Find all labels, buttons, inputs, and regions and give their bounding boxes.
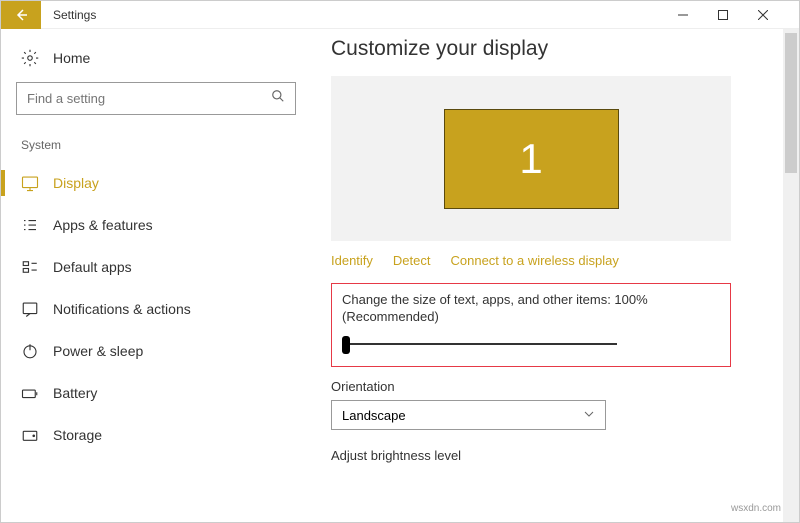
identify-link[interactable]: Identify <box>331 253 373 268</box>
monitor-number: 1 <box>519 135 542 183</box>
close-button[interactable] <box>743 1 783 29</box>
sidebar-item-display[interactable]: Display <box>16 162 316 204</box>
window-title: Settings <box>53 8 96 22</box>
sidebar-item-label: Storage <box>53 427 102 443</box>
sidebar-item-notifications[interactable]: Notifications & actions <box>16 288 316 330</box>
orientation-value: Landscape <box>342 408 406 423</box>
slider-thumb[interactable] <box>342 336 350 354</box>
main-panel: Customize your display 1 Identify Detect… <box>316 29 799 522</box>
page-heading: Customize your display <box>331 37 769 61</box>
sidebar-item-default-apps[interactable]: Default apps <box>16 246 316 288</box>
home-label: Home <box>53 50 90 66</box>
back-button[interactable] <box>1 1 41 29</box>
sidebar-item-battery[interactable]: Battery <box>16 372 316 414</box>
sidebar-item-label: Power & sleep <box>53 343 143 359</box>
display-preview: 1 <box>331 76 731 241</box>
defaults-icon <box>21 258 39 276</box>
close-icon <box>758 10 768 20</box>
slider-track <box>346 343 617 345</box>
watermark: wsxdn.com <box>731 503 781 514</box>
sidebar-item-label: Default apps <box>53 259 132 275</box>
content: Home System Display Apps & features <box>1 29 799 522</box>
sidebar-item-label: Notifications & actions <box>53 301 191 317</box>
sidebar-item-label: Display <box>53 175 99 191</box>
arrow-left-icon <box>13 7 29 23</box>
list-icon <box>21 216 39 234</box>
minimize-icon <box>678 10 688 20</box>
display-links: Identify Detect Connect to a wireless di… <box>331 253 769 268</box>
window-controls <box>663 1 799 29</box>
scale-label: Change the size of text, apps, and other… <box>342 292 720 307</box>
sidebar-item-label: Battery <box>53 385 97 401</box>
brightness-label: Adjust brightness level <box>331 448 769 463</box>
scale-section: Change the size of text, apps, and other… <box>331 283 731 367</box>
maximize-icon <box>718 10 728 20</box>
gear-icon <box>21 49 39 67</box>
orientation-dropdown[interactable]: Landscape <box>331 400 606 430</box>
wireless-display-link[interactable]: Connect to a wireless display <box>451 253 619 268</box>
scale-recommended: (Recommended) <box>342 309 720 324</box>
power-icon <box>21 342 39 360</box>
sidebar-item-label: Apps & features <box>53 217 153 233</box>
search-icon <box>271 89 285 108</box>
scrollbar-thumb[interactable] <box>785 33 797 173</box>
sidebar-item-storage[interactable]: Storage <box>16 414 316 456</box>
storage-icon <box>21 426 39 444</box>
scrollbar-gutter <box>783 1 799 29</box>
detect-link[interactable]: Detect <box>393 253 431 268</box>
maximize-button[interactable] <box>703 1 743 29</box>
sidebar: Home System Display Apps & features <box>1 29 316 522</box>
chevron-down-icon <box>583 408 595 423</box>
orientation-label: Orientation <box>331 379 769 394</box>
home-link[interactable]: Home <box>16 44 316 82</box>
notification-icon <box>21 300 39 318</box>
minimize-button[interactable] <box>663 1 703 29</box>
sidebar-item-power-sleep[interactable]: Power & sleep <box>16 330 316 372</box>
titlebar: Settings <box>1 1 799 29</box>
monitor-tile[interactable]: 1 <box>444 109 619 209</box>
category-label: System <box>16 133 316 162</box>
scrollbar[interactable] <box>783 29 799 522</box>
scale-slider[interactable] <box>342 334 617 354</box>
sidebar-item-apps-features[interactable]: Apps & features <box>16 204 316 246</box>
battery-icon <box>21 384 39 402</box>
search-box[interactable] <box>16 82 296 115</box>
search-input[interactable] <box>27 91 271 106</box>
display-icon <box>21 174 39 192</box>
